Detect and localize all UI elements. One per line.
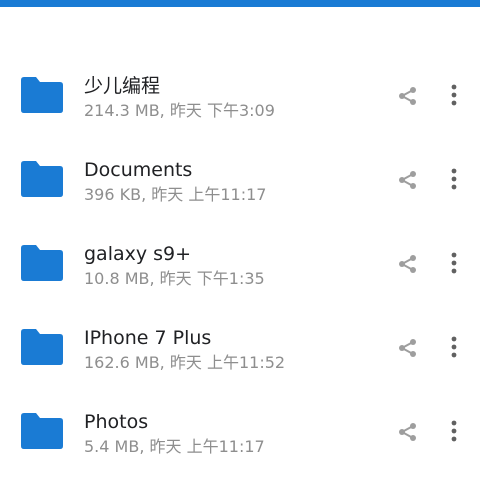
file-size: 396 KB [84, 185, 142, 204]
file-day: 昨天 [149, 437, 182, 456]
file-list: 少儿编程 214.3 MB, 昨天 下午3:09 Documents 396 K… [0, 53, 480, 473]
list-item[interactable]: 少儿编程 214.3 MB, 昨天 下午3:09 [0, 53, 480, 137]
file-meta: 10.8 MB, 昨天 下午1:35 [84, 269, 265, 288]
file-size: 10.8 MB [84, 269, 150, 288]
top-accent-bar [0, 0, 480, 7]
more-vert-icon[interactable] [444, 251, 464, 275]
file-meta: 162.6 MB, 昨天 上午11:52 [84, 353, 286, 372]
file-name: Documents [84, 159, 193, 181]
file-time: 上午11:17 [188, 185, 267, 204]
file-meta: 5.4 MB, 昨天 上午11:17 [84, 437, 265, 456]
folder-icon [21, 77, 63, 113]
more-vert-icon[interactable] [444, 167, 464, 191]
folder-icon [21, 329, 63, 365]
share-icon[interactable] [398, 170, 418, 190]
file-day: 昨天 [159, 269, 192, 288]
share-icon[interactable] [398, 254, 418, 274]
file-name: 少儿编程 [84, 75, 161, 97]
share-icon[interactable] [398, 86, 418, 106]
file-size: 162.6 MB [84, 353, 160, 372]
share-icon[interactable] [398, 338, 418, 358]
more-vert-icon[interactable] [444, 419, 464, 443]
file-time: 上午11:17 [186, 437, 265, 456]
file-meta: 396 KB, 昨天 上午11:17 [84, 185, 267, 204]
file-time: 下午1:35 [196, 269, 265, 288]
list-item[interactable]: Photos 5.4 MB, 昨天 上午11:17 [0, 389, 480, 473]
share-icon[interactable] [398, 422, 418, 442]
file-time: 上午11:52 [206, 353, 286, 372]
file-name: galaxy s9+ [84, 243, 192, 265]
file-time: 下午3:09 [206, 101, 275, 120]
file-name: Photos [84, 411, 149, 433]
folder-icon [21, 245, 63, 281]
file-day: 昨天 [169, 353, 202, 372]
list-item[interactable]: IPhone 7 Plus 162.6 MB, 昨天 上午11:52 [0, 305, 480, 389]
file-name: IPhone 7 Plus [84, 327, 212, 349]
folder-icon [21, 161, 63, 197]
file-day: 昨天 [169, 101, 202, 120]
file-size: 5.4 MB [84, 437, 140, 456]
more-vert-icon[interactable] [444, 335, 464, 359]
more-vert-icon[interactable] [444, 83, 464, 107]
folder-icon [21, 413, 63, 449]
list-item[interactable]: Documents 396 KB, 昨天 上午11:17 [0, 137, 480, 221]
file-day: 昨天 [151, 185, 184, 204]
file-meta: 214.3 MB, 昨天 下午3:09 [84, 101, 275, 120]
file-size: 214.3 MB [84, 101, 160, 120]
list-item[interactable]: galaxy s9+ 10.8 MB, 昨天 下午1:35 [0, 221, 480, 305]
